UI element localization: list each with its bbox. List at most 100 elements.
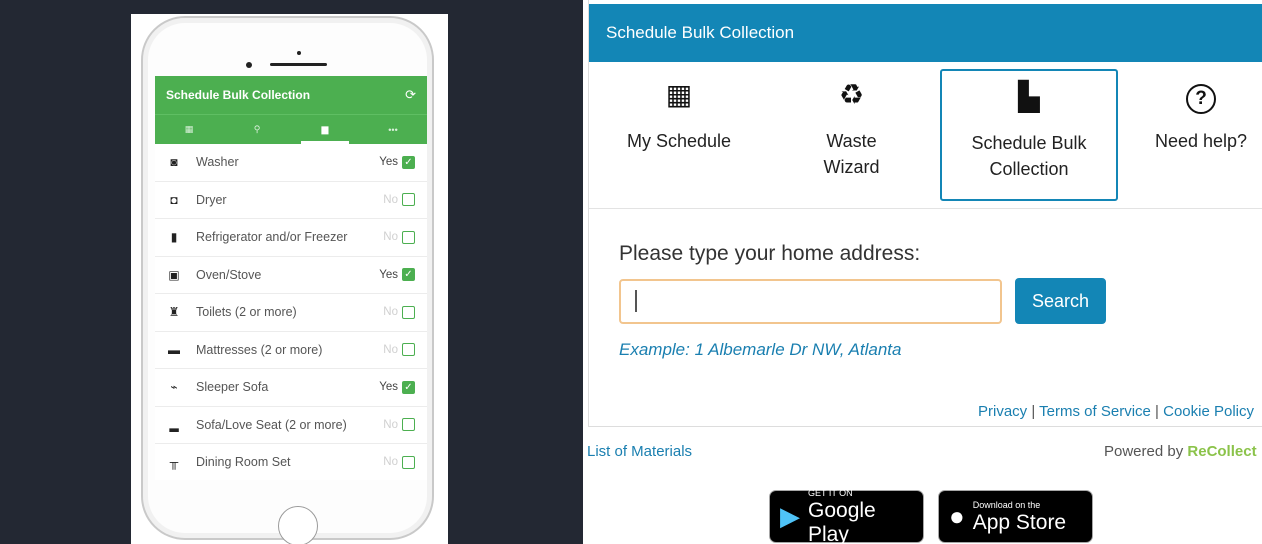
address-example: Example: 1 Albemarle Dr NW, Atlanta <box>619 340 902 359</box>
item-answer: No <box>383 231 398 244</box>
item-checkbox[interactable] <box>402 455 415 469</box>
google-play-text: GET IT ON Google Play <box>808 487 876 544</box>
mobile-app-header: Schedule Bulk Collection ⟳ <box>155 76 427 114</box>
item-checkbox[interactable]: ✓ <box>402 380 415 394</box>
separator: | <box>1155 403 1159 420</box>
item-checkbox[interactable] <box>402 193 415 207</box>
nav-label: My Schedule <box>626 131 732 151</box>
toilet-icon: ♜ <box>168 305 180 320</box>
item-label: Sleeper Sofa <box>196 380 269 395</box>
refresh-icon[interactable]: ⟳ <box>405 87 416 103</box>
powered-by-text: Powered by <box>1104 443 1184 460</box>
more-icon: ••• <box>388 124 398 135</box>
item-label: Oven/Stove <box>196 267 262 282</box>
sleeper-sofa-icon: ⌁ <box>170 380 178 395</box>
phone-camera <box>246 62 252 68</box>
recollect-logo[interactable]: ReCollect <box>1187 443 1256 460</box>
text-caret <box>635 290 637 312</box>
phone-speaker <box>270 63 327 66</box>
recycle-search-icon: ♻ <box>838 79 865 110</box>
list-item[interactable]: ▂ Sofa/Love Seat (2 or more) No <box>155 407 427 444</box>
nav-need-help[interactable]: ? Need help? <box>1139 69 1262 201</box>
dining-set-icon: ╥ <box>169 455 179 470</box>
oven-icon: ▣ <box>168 267 180 282</box>
calendar-icon: ▦ <box>184 124 194 134</box>
nav-my-schedule[interactable]: ▦ My Schedule <box>599 69 759 201</box>
list-item[interactable]: ▬ Mattresses (2 or more) No <box>155 332 427 369</box>
item-checkbox[interactable] <box>402 305 415 319</box>
item-checkbox[interactable]: ✓ <box>402 155 415 169</box>
address-input[interactable] <box>619 279 1002 324</box>
item-answer: No <box>383 343 398 356</box>
armchair-icon: ▆ <box>321 124 329 134</box>
app-store-badge[interactable]: ● Download on the App Store <box>938 490 1093 543</box>
help-icon: ? <box>1139 78 1262 114</box>
list-item[interactable]: ╥ Dining Room Set No <box>155 444 427 480</box>
item-checkbox[interactable] <box>402 230 415 244</box>
bulk-collection-widget: Schedule Bulk Collection ▦ My Schedule ♻… <box>588 0 1262 427</box>
nav-label: Waste Wizard <box>823 131 880 177</box>
washer-icon: ◙ <box>170 155 178 170</box>
apple-icon: ● <box>949 501 965 531</box>
list-item[interactable]: ▣ Oven/Stove Yes ✓ <box>155 257 427 294</box>
item-label: Washer <box>196 155 239 170</box>
item-answer: No <box>383 193 398 206</box>
widget-divider <box>589 208 1262 209</box>
address-label: Please type your home address: <box>619 242 921 265</box>
item-label: Toilets (2 or more) <box>196 305 297 320</box>
mobile-app-title: Schedule Bulk Collection <box>166 88 311 102</box>
sofa-icon: ▂ <box>169 417 179 432</box>
item-label: Dryer <box>196 192 227 207</box>
widget-header: Schedule Bulk Collection <box>589 4 1262 62</box>
mobile-app-tabs: ▦ ⚲ ▆ ••• <box>155 114 427 144</box>
phone-home-button <box>278 506 318 544</box>
mattress-icon: ▬ <box>168 342 180 357</box>
list-item[interactable]: ⌁ Sleeper Sofa Yes ✓ <box>155 369 427 407</box>
item-answer: Yes <box>379 268 398 281</box>
item-answer: Yes <box>379 156 398 169</box>
tab-schedule[interactable]: ▦ <box>155 115 223 144</box>
list-of-materials-link[interactable]: List of Materials <box>587 443 692 460</box>
item-answer: No <box>383 306 398 319</box>
item-checkbox[interactable] <box>402 418 415 432</box>
dryer-icon: ◘ <box>170 192 178 207</box>
search-icon: ⚲ <box>253 124 261 134</box>
cookie-policy-link[interactable]: Cookie Policy <box>1163 403 1254 420</box>
bulk-item-list: ◙ Washer Yes ✓ ◘ Dryer No ▮ Refrigerator and/or … <box>155 144 427 480</box>
item-answer: No <box>383 418 398 431</box>
armchair-icon: ▙ <box>1018 81 1040 112</box>
item-label: Refrigerator and/or Freezer <box>196 230 348 245</box>
tab-bulk-collection[interactable]: ▆ <box>291 115 359 144</box>
tab-waste-wizard[interactable]: ⚲ <box>223 115 291 144</box>
refrigerator-icon: ▮ <box>170 230 178 245</box>
item-answer: No <box>383 456 398 469</box>
app-store-text: Download on the App Store <box>972 499 1067 534</box>
nav-label: Need help? <box>1154 131 1248 151</box>
tab-more[interactable]: ••• <box>359 115 427 144</box>
list-item[interactable]: ♜ Toilets (2 or more) No <box>155 294 427 332</box>
list-item[interactable]: ◘ Dryer No <box>155 182 427 219</box>
item-label: Mattresses (2 or more) <box>196 342 323 357</box>
list-item[interactable]: ▮ Refrigerator and/or Freezer No <box>155 219 427 257</box>
phone-sensor <box>297 51 301 55</box>
search-button[interactable]: Search <box>1015 278 1106 324</box>
item-label: Sofa/Love Seat (2 or more) <box>196 417 347 432</box>
powered-by: Powered by ReCollect <box>1104 443 1257 460</box>
google-play-icon: ▶ <box>780 501 800 531</box>
item-checkbox[interactable] <box>402 343 415 357</box>
item-answer: Yes <box>379 381 398 394</box>
item-label: Dining Room Set <box>196 455 291 470</box>
google-play-badge[interactable]: ▶ GET IT ON Google Play <box>769 487 924 544</box>
terms-link[interactable]: Terms of Service <box>1039 403 1151 420</box>
calendar-icon: ▦ <box>665 79 693 110</box>
nav-label: Schedule Bulk Collection <box>971 133 1087 179</box>
mobile-app-screen: Schedule Bulk Collection ⟳ ▦ ⚲ ▆ ••• ◙ Wa… <box>155 76 427 480</box>
nav-waste-wizard[interactable]: ♻ Waste Wizard <box>779 69 924 201</box>
separator: | <box>1031 403 1036 420</box>
list-item[interactable]: ◙ Washer Yes ✓ <box>155 144 427 182</box>
nav-schedule-bulk-collection[interactable]: ▙ Schedule Bulk Collection <box>940 69 1118 201</box>
privacy-link[interactable]: Privacy <box>978 403 1027 420</box>
widget-title: Schedule Bulk Collection <box>606 23 795 42</box>
widget-footer-links: Privacy | Terms of Service | Cookie Poli… <box>978 403 1254 420</box>
item-checkbox[interactable]: ✓ <box>402 268 415 282</box>
